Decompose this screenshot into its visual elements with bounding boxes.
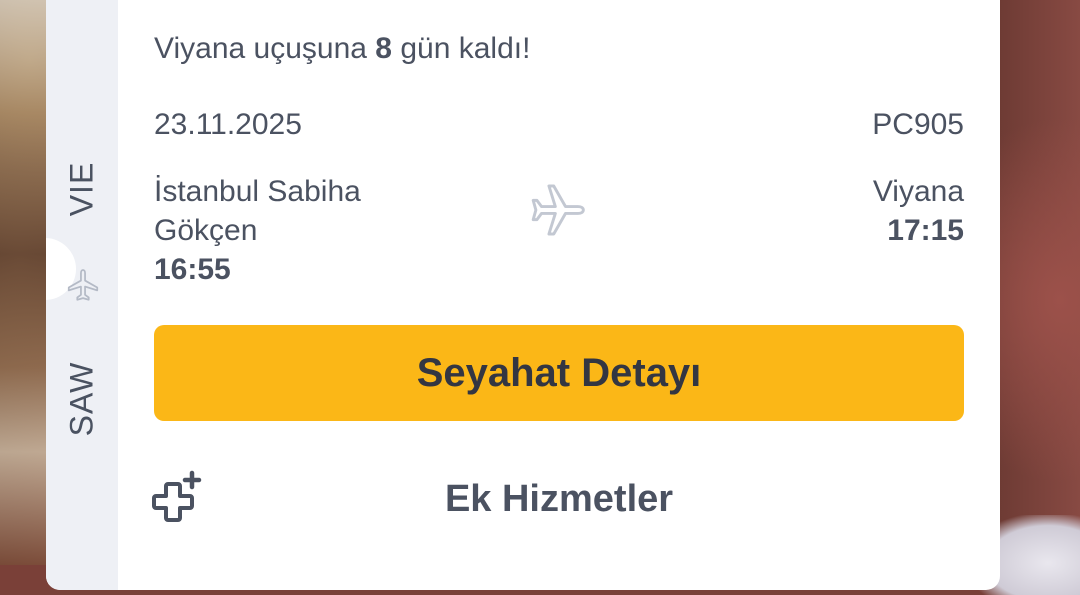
flight-date: 23.11.2025 — [154, 108, 302, 141]
plane-icon — [531, 184, 585, 236]
extra-services-button[interactable]: Ek Hizmetler — [152, 470, 964, 540]
origin-name: İstanbul Sabiha Gökçen — [154, 175, 361, 247]
plane-icon — [67, 269, 99, 301]
origin-code: SAW — [63, 361, 100, 437]
countdown-suffix: gün kaldı! — [400, 32, 531, 65]
ticket-main: Viyana uçuşuna 8 gün kaldı! 23.11.2025 P… — [152, 0, 964, 590]
extra-services-label: Ek Hizmetler — [444, 478, 674, 520]
flight-number: PC905 — [872, 108, 964, 141]
countdown-text: Viyana uçuşuna 8 gün kaldı! — [154, 32, 530, 66]
countdown-prefix: Viyana uçuşuna — [154, 32, 367, 65]
flight-card[interactable]: VIE SAW Viyana uçuşuna 8 gün kaldı! 23.1… — [46, 0, 1000, 590]
background-photo-edge — [0, 0, 46, 565]
travel-detail-button[interactable]: Seyahat Detayı — [154, 325, 964, 421]
countdown-days: 8 — [375, 32, 392, 65]
destination-code: VIE — [63, 161, 100, 217]
arrival-time: 17:15 — [887, 214, 964, 247]
departure-time: 16:55 — [154, 253, 231, 286]
destination-name: Viyana — [872, 175, 964, 208]
destination-block: Viyana 17:15 — [873, 172, 964, 250]
origin-block: İstanbul Sabiha Gökçen 16:55 — [154, 172, 394, 289]
